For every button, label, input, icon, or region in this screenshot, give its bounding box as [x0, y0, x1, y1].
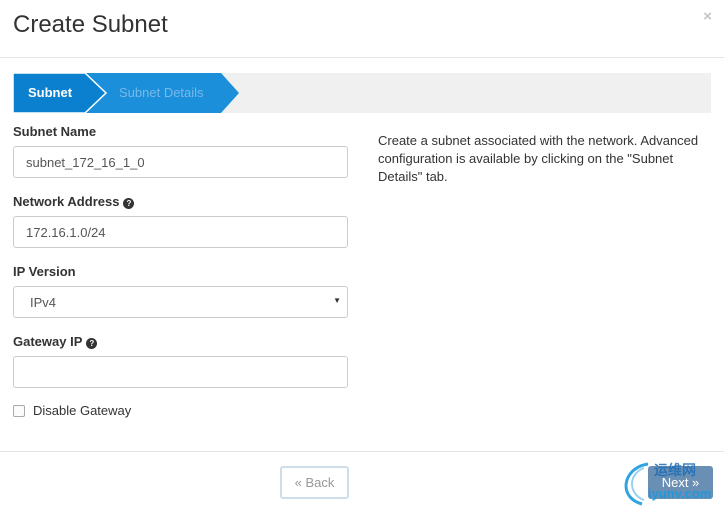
disable-gateway-checkbox[interactable] — [13, 405, 25, 417]
disable-gateway-label[interactable]: Disable Gateway — [33, 403, 131, 418]
question-circle-icon[interactable]: ? — [123, 198, 135, 209]
close-icon[interactable]: × — [703, 9, 712, 24]
tab-subnet-details-label: Subnet Details — [119, 85, 204, 100]
tab-subnet-label: Subnet — [28, 85, 73, 100]
ip-version-value: IPv4 — [30, 295, 57, 310]
wizard-nav: Subnet Details Subnet — [13, 73, 711, 113]
subnet-name-label: Subnet Name — [13, 124, 97, 139]
help-text: Create a subnet associated with the netw… — [378, 133, 699, 184]
back-button[interactable]: « Back — [280, 466, 349, 499]
tab-subnet-details[interactable]: Subnet Details — [85, 73, 239, 113]
dialog-title: Create Subnet — [13, 11, 168, 38]
ip-version-select[interactable]: IPv4 ▼ — [13, 286, 348, 318]
ip-version-label: IP Version — [13, 264, 76, 279]
network-address-label: Network Address? — [13, 194, 135, 209]
network-address-input[interactable] — [13, 216, 348, 248]
modal-footer — [0, 451, 724, 510]
next-button[interactable]: Next » — [648, 466, 713, 499]
gateway-ip-input[interactable] — [13, 356, 348, 388]
caret-down-icon: ▼ — [333, 296, 341, 305]
subnet-name-input[interactable] — [13, 146, 348, 178]
modal-header: Create Subnet × — [0, 0, 724, 58]
tab-subnet[interactable]: Subnet — [13, 73, 108, 113]
question-circle-icon[interactable]: ? — [86, 338, 98, 349]
gateway-ip-label: Gateway IP? — [13, 334, 98, 349]
